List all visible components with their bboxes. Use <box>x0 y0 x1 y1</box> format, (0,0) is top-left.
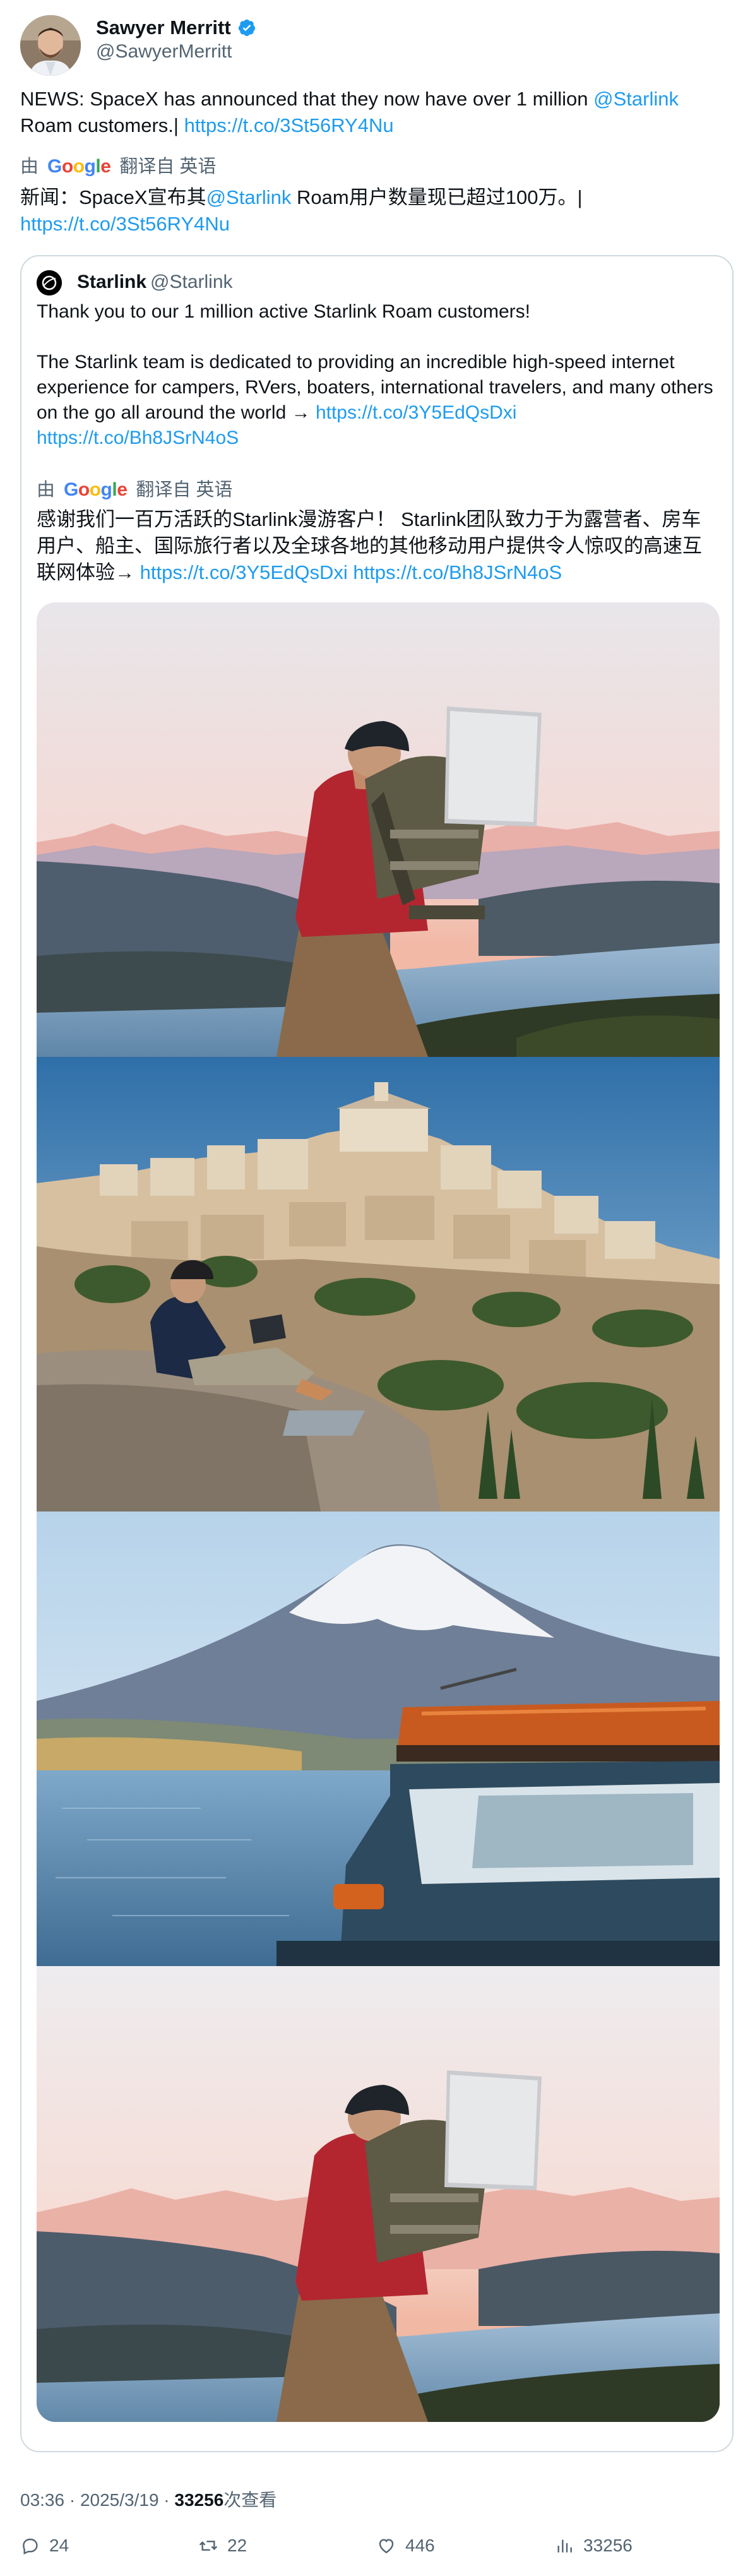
heart-icon <box>379 2539 394 2554</box>
mention-link[interactable]: @Starlink <box>593 88 679 110</box>
translated-text-part: 新闻：SpaceX宣布其 <box>20 186 206 208</box>
like-button[interactable]: 446 <box>376 2536 554 2556</box>
retweet-icon <box>199 2541 218 2551</box>
translated-link[interactable]: https://t.co/3St56RY4Nu <box>20 213 230 235</box>
quote-link[interactable]: https://t.co/Bh8JSrN4oS <box>37 427 239 448</box>
quote-text: Thank you to our 1 million active Starli… <box>37 299 718 451</box>
translated-text: 新闻：SpaceX宣布其@Starlink Roam用户数量现已超过100万。|… <box>20 184 734 237</box>
quote-link[interactable]: https://t.co/3Y5EdQsDxi <box>316 402 516 423</box>
quote-translated-link[interactable]: https://t.co/3Y5EdQsDxi <box>140 561 348 583</box>
translation-prefix: 由 <box>20 157 39 177</box>
author-name[interactable]: Sawyer Merritt <box>96 15 256 40</box>
reply-count: 24 <box>49 2536 69 2555</box>
tweet-text: NEWS: SpaceX has announced that they now… <box>20 86 734 139</box>
tweet-text-part: NEWS: SpaceX has announced that they now… <box>20 88 594 110</box>
starlink-logo-icon <box>37 270 62 295</box>
quoted-tweet[interactable]: Starlink @Starlink Thank you to our 1 mil… <box>20 255 734 2452</box>
reply-icon <box>23 2538 38 2555</box>
author-name-text[interactable]: Sawyer Merritt <box>96 15 231 40</box>
views-button[interactable]: 33256 <box>554 2536 732 2556</box>
tweet-link[interactable]: https://t.co/3St56RY4Nu <box>184 114 394 136</box>
translated-text-part: Roam用户数量现已超过100万。| <box>291 186 583 208</box>
translation-prefix: 由 <box>37 480 56 500</box>
retweet-button[interactable]: 22 <box>198 2536 376 2556</box>
quote-translated-text: 感谢我们一百万活跃的Starlink漫游客户！ Starlink团队致力于为露营… <box>37 506 720 586</box>
quote-author-handle[interactable]: @Starlink <box>150 271 233 292</box>
view-label: 次查看 <box>223 2490 277 2510</box>
quote-author-name[interactable]: Starlink <box>77 271 146 292</box>
retweet-count: 22 <box>227 2536 247 2555</box>
translation-attribution: 由 Google 翻译自 英语 <box>20 154 216 179</box>
author-avatar[interactable] <box>20 15 81 76</box>
photo-fuji-vehicle[interactable] <box>37 1512 720 1966</box>
photo-village-laptop[interactable] <box>37 1057 720 1512</box>
action-bar: 24 22 446 33256 <box>20 2536 734 2556</box>
photo-hiker-sunset[interactable] <box>37 602 720 1057</box>
google-logo: Google <box>64 479 128 500</box>
translation-suffix: 翻译自 英语 <box>136 480 233 500</box>
media-gallery[interactable] <box>37 602 720 2422</box>
views-count: 33256 <box>583 2536 633 2555</box>
verified-badge-icon <box>238 19 255 37</box>
photo-hiker-sunset-2[interactable] <box>37 1966 720 2422</box>
view-count: 33256 <box>174 2490 224 2510</box>
translation-suffix: 翻译自 英语 <box>119 157 217 177</box>
author-handle[interactable]: @SawyerMerritt <box>96 39 232 64</box>
tweet-meta: 03:36 · 2025/3/19 · 33256次查看 <box>20 2488 276 2513</box>
quote-line: Thank you to our 1 million active Starli… <box>37 301 530 322</box>
google-logo: Google <box>47 156 111 177</box>
analytics-icon <box>557 2539 572 2553</box>
quote-avatar[interactable] <box>37 270 62 295</box>
tweet-page: Sawyer Merritt @SawyerMerritt NEWS: Spac… <box>0 0 755 2576</box>
quote-author[interactable]: Starlink @Starlink <box>77 269 233 295</box>
quote-paragraph: The Starlink team is dedicated to provid… <box>37 350 718 451</box>
tweet-time[interactable]: 03:36 · 2025/3/19 · <box>20 2490 174 2510</box>
quote-translation-attribution: 由 Google 翻译自 英语 <box>37 477 232 503</box>
like-count: 446 <box>405 2536 435 2555</box>
mention-link[interactable]: @Starlink <box>206 186 292 208</box>
quote-translated-link[interactable]: https://t.co/Bh8JSrN4oS <box>353 561 562 583</box>
reply-button[interactable]: 24 <box>20 2536 198 2556</box>
